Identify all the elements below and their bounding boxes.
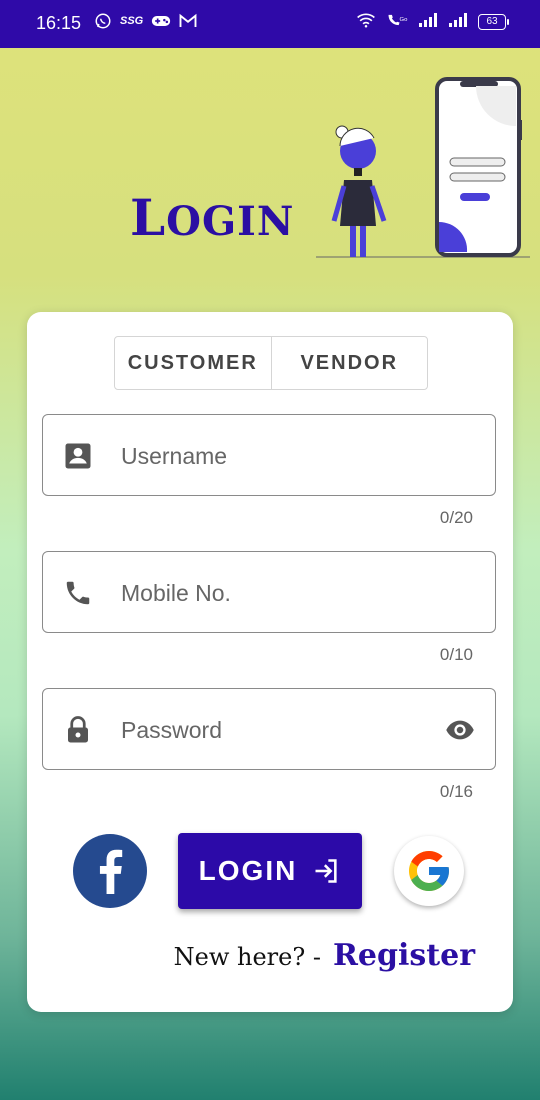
wifi-icon — [356, 12, 376, 31]
username-counter: 0/20 — [439, 508, 473, 527]
tab-customer[interactable]: CUSTOMER — [115, 337, 272, 389]
tab-vendor[interactable]: VENDOR — [271, 337, 427, 389]
password-counter: 0/16 — [439, 782, 473, 801]
register-link[interactable]: Register — [333, 938, 475, 973]
phone-icon — [66, 581, 90, 605]
battery-icon: 63 — [478, 13, 509, 30]
facebook-login-button[interactable] — [73, 834, 147, 908]
ssg-icon: SSG — [120, 15, 144, 27]
signal-2-icon — [448, 12, 468, 31]
status-bar: 16:15 SSG Go 63 — [0, 0, 540, 48]
gmail-icon — [179, 13, 197, 29]
password-field[interactable] — [42, 688, 496, 770]
eye-icon[interactable] — [443, 715, 477, 745]
username-input[interactable] — [119, 435, 423, 477]
login-arrow-icon — [315, 859, 337, 883]
new-here-text: New here? - — [173, 943, 321, 971]
mobile-counter: 0/10 — [439, 645, 473, 664]
username-field[interactable] — [42, 414, 496, 496]
volte-call-icon: Go — [386, 12, 408, 31]
title-rest: OGIN — [166, 198, 295, 245]
login-illustration — [316, 77, 530, 258]
gamepad-icon — [151, 13, 171, 29]
mobile-input[interactable] — [119, 572, 423, 614]
google-icon — [409, 851, 449, 891]
title-initial: L — [130, 188, 167, 247]
whatsapp-icon — [94, 12, 112, 30]
svg-text:Go: Go — [400, 17, 408, 23]
register-row: New here? - Register — [174, 938, 475, 973]
login-button[interactable]: LOGIN — [178, 833, 362, 909]
password-input[interactable] — [119, 709, 423, 751]
system-icons: Go 63 — [356, 12, 509, 31]
status-time: 16:15 — [36, 13, 82, 33]
user-type-toggle: CUSTOMER VENDOR — [114, 336, 428, 390]
signal-1-icon — [418, 12, 438, 31]
page-title: LOGIN — [130, 188, 294, 247]
mobile-field[interactable] — [42, 551, 496, 633]
notification-icons: SSG — [94, 12, 197, 30]
facebook-icon — [99, 849, 123, 894]
lock-icon — [68, 716, 88, 743]
account-box-icon — [65, 443, 91, 469]
login-button-label: LOGIN — [198, 855, 298, 886]
action-row: LOGIN — [27, 832, 513, 912]
google-login-button[interactable] — [394, 836, 464, 906]
login-card: CUSTOMER VENDOR 0/20 0/10 0/16 LOGIN — [27, 312, 513, 1012]
